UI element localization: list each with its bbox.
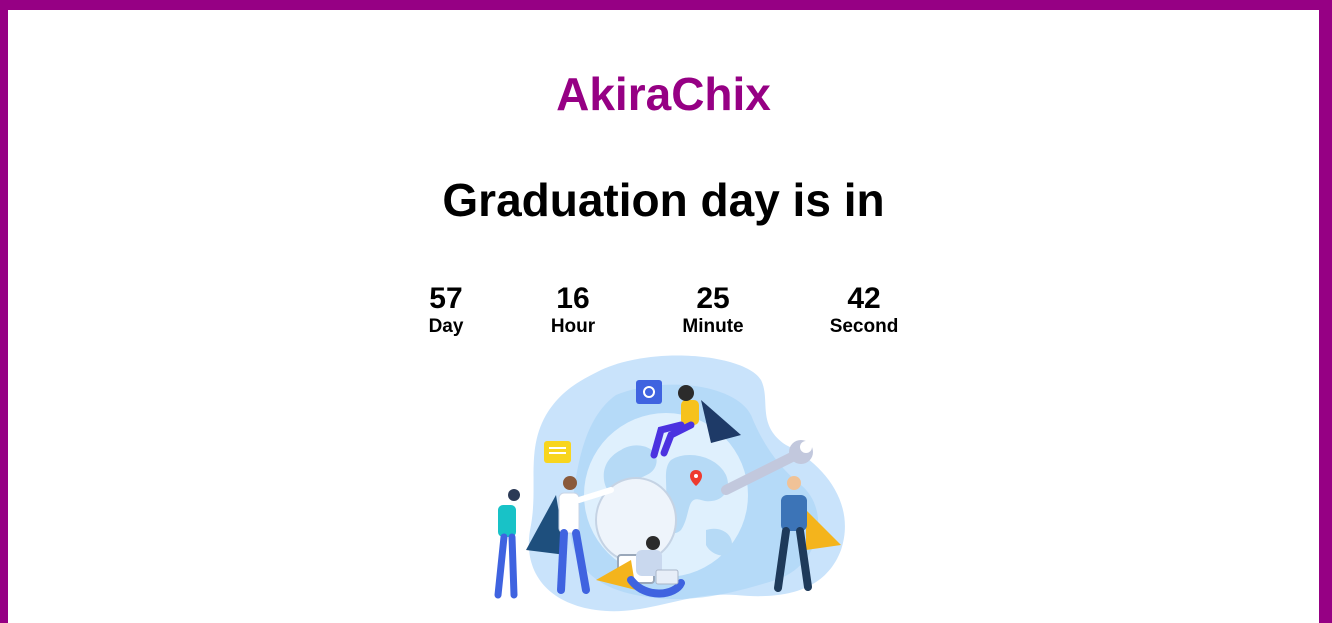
hours-value: 16 (556, 282, 590, 315)
countdown-days: 57 Day (429, 282, 464, 338)
countdown-seconds: 42 Second (830, 282, 899, 338)
teamwork-globe-illustration (494, 355, 845, 612)
brand-title: AkiraChix (556, 68, 771, 120)
seconds-value: 42 (847, 282, 881, 315)
days-value: 57 (429, 282, 463, 315)
minutes-value: 25 (696, 282, 730, 315)
countdown-hours: 16 Hour (551, 282, 595, 338)
days-label: Day (428, 316, 464, 337)
seconds-label: Second (829, 316, 899, 337)
countdown-minutes: 25 Minute (682, 282, 743, 338)
hours-label: Hour (550, 316, 596, 337)
countdown-headline: Graduation day is in (442, 174, 885, 226)
minutes-label: Minute (682, 316, 744, 337)
page-frame: AkiraChix Graduation day is in 57 Day 16… (8, 10, 1319, 623)
